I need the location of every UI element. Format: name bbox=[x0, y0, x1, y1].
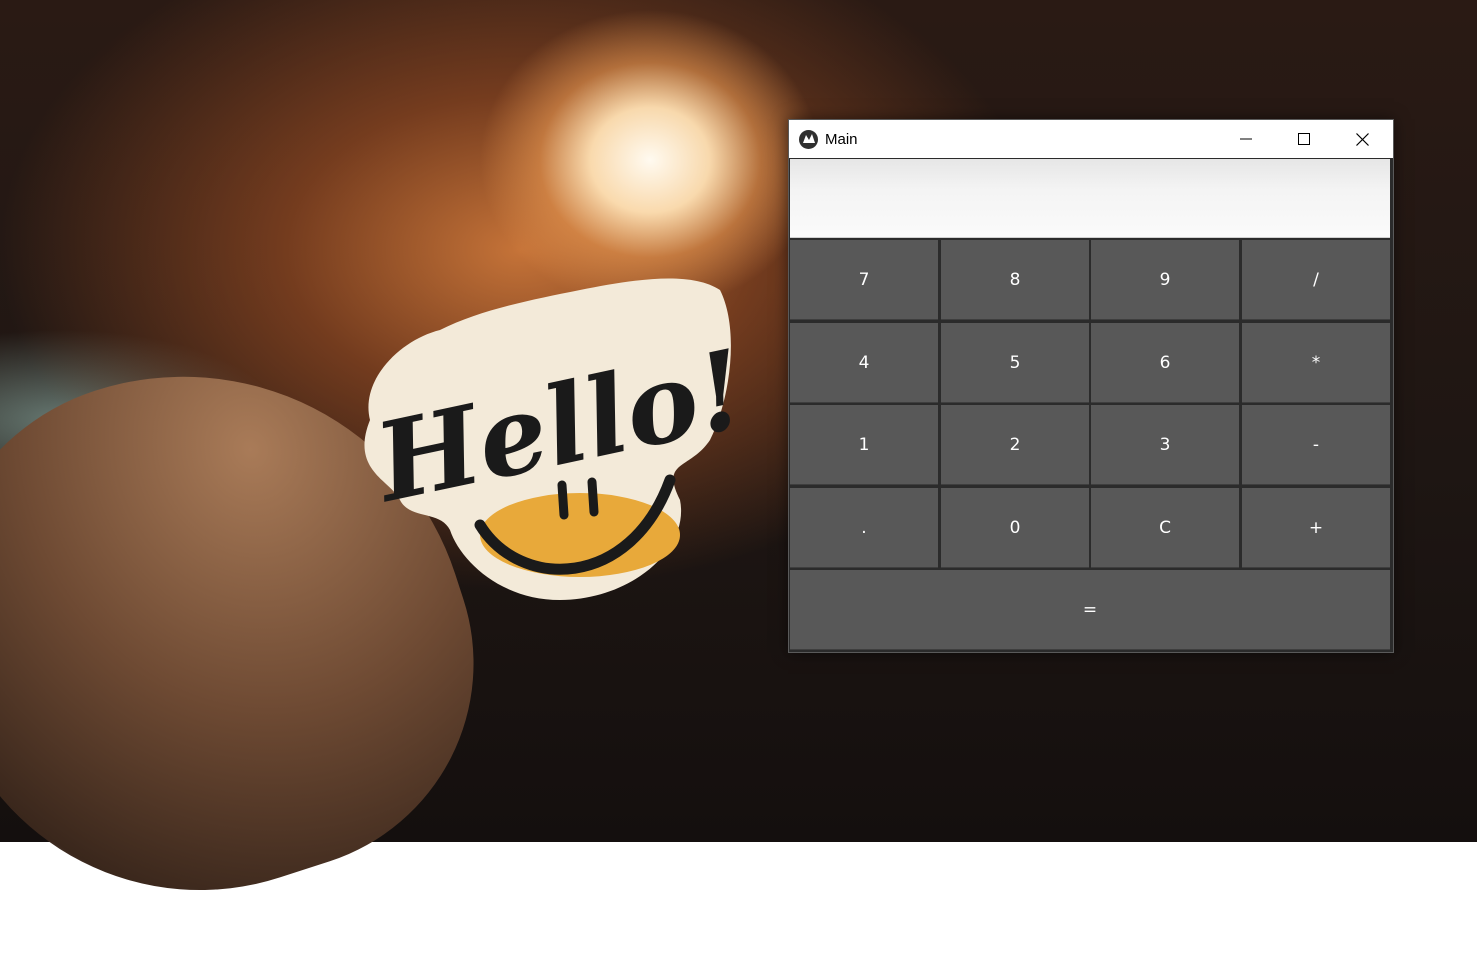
hello-sticker: Hello! bbox=[363, 278, 740, 600]
key-multiply[interactable]: * bbox=[1242, 323, 1390, 403]
key-clear[interactable]: C bbox=[1091, 488, 1239, 568]
key-equals[interactable]: = bbox=[790, 570, 1390, 650]
calculator-display[interactable] bbox=[790, 159, 1390, 238]
key-9[interactable]: 9 bbox=[1091, 240, 1239, 320]
key-6[interactable]: 6 bbox=[1091, 323, 1239, 403]
calculator-window: Main 7 8 9 / 4 5 6 * 1 2 3 - . 0 C + = bbox=[788, 119, 1394, 653]
key-subtract[interactable]: - bbox=[1242, 405, 1390, 485]
maximize-icon bbox=[1298, 133, 1310, 145]
window-title: Main bbox=[825, 130, 858, 148]
key-decimal[interactable]: . bbox=[790, 488, 938, 568]
key-1[interactable]: 1 bbox=[790, 405, 938, 485]
key-add[interactable]: + bbox=[1242, 488, 1390, 568]
key-3[interactable]: 3 bbox=[1091, 405, 1239, 485]
key-0[interactable]: 0 bbox=[941, 488, 1089, 568]
key-2[interactable]: 2 bbox=[941, 405, 1089, 485]
minimize-button[interactable] bbox=[1217, 120, 1275, 158]
kivy-logo-icon bbox=[799, 129, 818, 149]
maximize-button[interactable] bbox=[1275, 120, 1333, 158]
close-icon bbox=[1355, 132, 1369, 146]
minimize-icon bbox=[1240, 138, 1252, 140]
key-divide[interactable]: / bbox=[1242, 240, 1390, 320]
title-bar[interactable]: Main bbox=[789, 120, 1393, 158]
key-4[interactable]: 4 bbox=[790, 323, 938, 403]
key-7[interactable]: 7 bbox=[790, 240, 938, 320]
key-5[interactable]: 5 bbox=[941, 323, 1089, 403]
key-8[interactable]: 8 bbox=[941, 240, 1089, 320]
close-button[interactable] bbox=[1333, 120, 1391, 158]
